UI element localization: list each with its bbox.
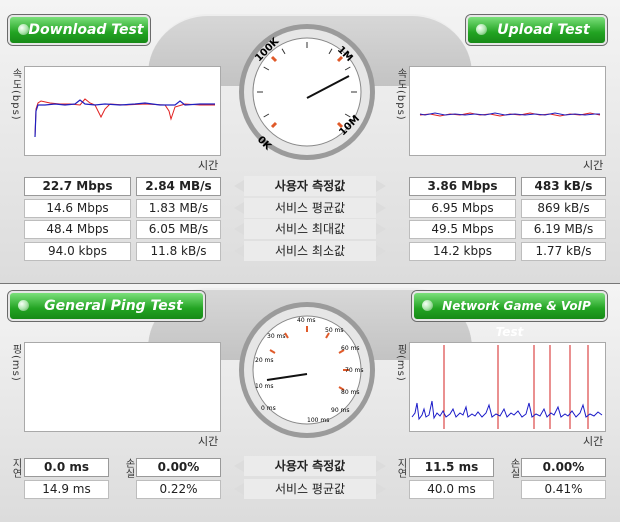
row-label-max: 서비스 최대값 [234,219,386,239]
game-y-label: 핑(ms) [395,344,406,382]
ping-x-label: 시간 [198,435,219,448]
latency-panel: General Ping Test Network Game & VoIP Te… [0,284,620,522]
upload-test-label: Upload Test [497,22,590,38]
upload-mbps-measured: 3.86 Mbps [409,177,516,196]
ping-gauge-tick-0: 0 ms [261,405,276,412]
ping-delay-label: 지연 [10,458,21,478]
upload-graph [409,66,606,156]
ping-gauge-tick-60: 60 ms [341,345,360,352]
ping-gauge-tick-80: 80 ms [341,389,360,396]
network-game-voip-test-button[interactable]: Network Game & VoIP Test [412,291,607,339]
game-delay-average: 40.0 ms [409,480,494,499]
ping-gauge-tick-50: 50 ms [325,327,344,334]
latency-row-label-measured: 사용자 측정값 [234,456,386,476]
row-label-average: 서비스 평균값 [234,198,386,218]
game-delay-label: 지연 [395,458,406,478]
bandwidth-panel: Download Test Upload Test 속도(bps) 시간 속도(… [0,0,620,284]
download-bytes-min: 11.8 kB/s [136,242,221,261]
download-bytes-max: 6.05 MB/s [136,220,221,239]
game-loss-label: 손실 [508,458,519,478]
ping-gauge-tick-90: 90 ms [331,407,350,414]
download-mbps-max: 48.4 Mbps [24,220,131,239]
download-y-label: 속도(bps) [10,68,21,121]
ping-graph [24,342,221,432]
ping-y-label: 핑(ms) [10,344,21,382]
download-graph-svg [34,98,215,138]
download-test-button[interactable]: Download Test [8,15,150,45]
game-delay-measured: 11.5 ms [409,458,494,477]
upload-y-label: 속도(bps) [395,68,406,121]
download-test-label: Download Test [28,22,144,38]
upload-mbps-min: 14.2 kbps [409,242,516,261]
download-x-label: 시간 [198,159,219,172]
download-mbps-measured: 22.7 Mbps [24,177,131,196]
download-graph [24,66,221,156]
download-mbps-average: 14.6 Mbps [24,199,131,218]
upload-x-label: 시간 [583,159,604,172]
ping-led-icon [18,300,29,311]
ping-gauge-tick-10: 10 ms [255,383,274,390]
ping-gauge-tick-100: 100 ms [307,417,329,424]
download-mbps-min: 94.0 kbps [24,242,131,261]
game-graph-svg [411,345,603,429]
row-label-min: 서비스 최소값 [234,241,386,261]
speed-gauge: 0K 100K 1M 10M [239,24,375,160]
game-loss-measured: 0.00% [521,458,606,477]
upload-graph-svg [419,112,601,117]
ping-gauge-tick-20: 20 ms [255,357,274,364]
ping-gauge-tick-70: 70 ms [345,367,364,374]
upload-led-icon [476,24,487,35]
row-label-measured: 사용자 측정값 [234,176,386,196]
ping-gauge: 0 ms 10 ms 20 ms 30 ms 40 ms 50 ms 60 ms… [239,302,375,438]
general-ping-test-label: General Ping Test [44,298,183,314]
upload-bytes-max: 6.19 MB/s [521,220,606,239]
game-loss-average: 0.41% [521,480,606,499]
ping-delay-measured: 0.0 ms [24,458,109,477]
download-led-icon [18,24,29,35]
ping-loss-label: 손실 [123,458,134,478]
ping-gauge-tick-30: 30 ms [267,333,286,340]
upload-bytes-min: 1.77 kB/s [521,242,606,261]
latency-row-label-average: 서비스 평균값 [234,479,386,499]
game-graph [409,342,606,432]
ping-gauge-tick-40: 40 ms [297,317,316,324]
game-led-icon [422,300,433,311]
download-bytes-average: 1.83 MB/s [136,199,221,218]
ping-delay-average: 14.9 ms [24,480,109,499]
ping-loss-average: 0.22% [136,480,221,499]
general-ping-test-button[interactable]: General Ping Test [8,291,205,321]
upload-mbps-max: 49.5 Mbps [409,220,516,239]
ping-loss-measured: 0.00% [136,458,221,477]
upload-test-button[interactable]: Upload Test [466,15,607,45]
upload-bytes-measured: 483 kB/s [521,177,606,196]
game-x-label: 시간 [583,435,604,448]
upload-bytes-average: 869 kB/s [521,199,606,218]
upload-mbps-average: 6.95 Mbps [409,199,516,218]
download-bytes-measured: 2.84 MB/s [136,177,221,196]
